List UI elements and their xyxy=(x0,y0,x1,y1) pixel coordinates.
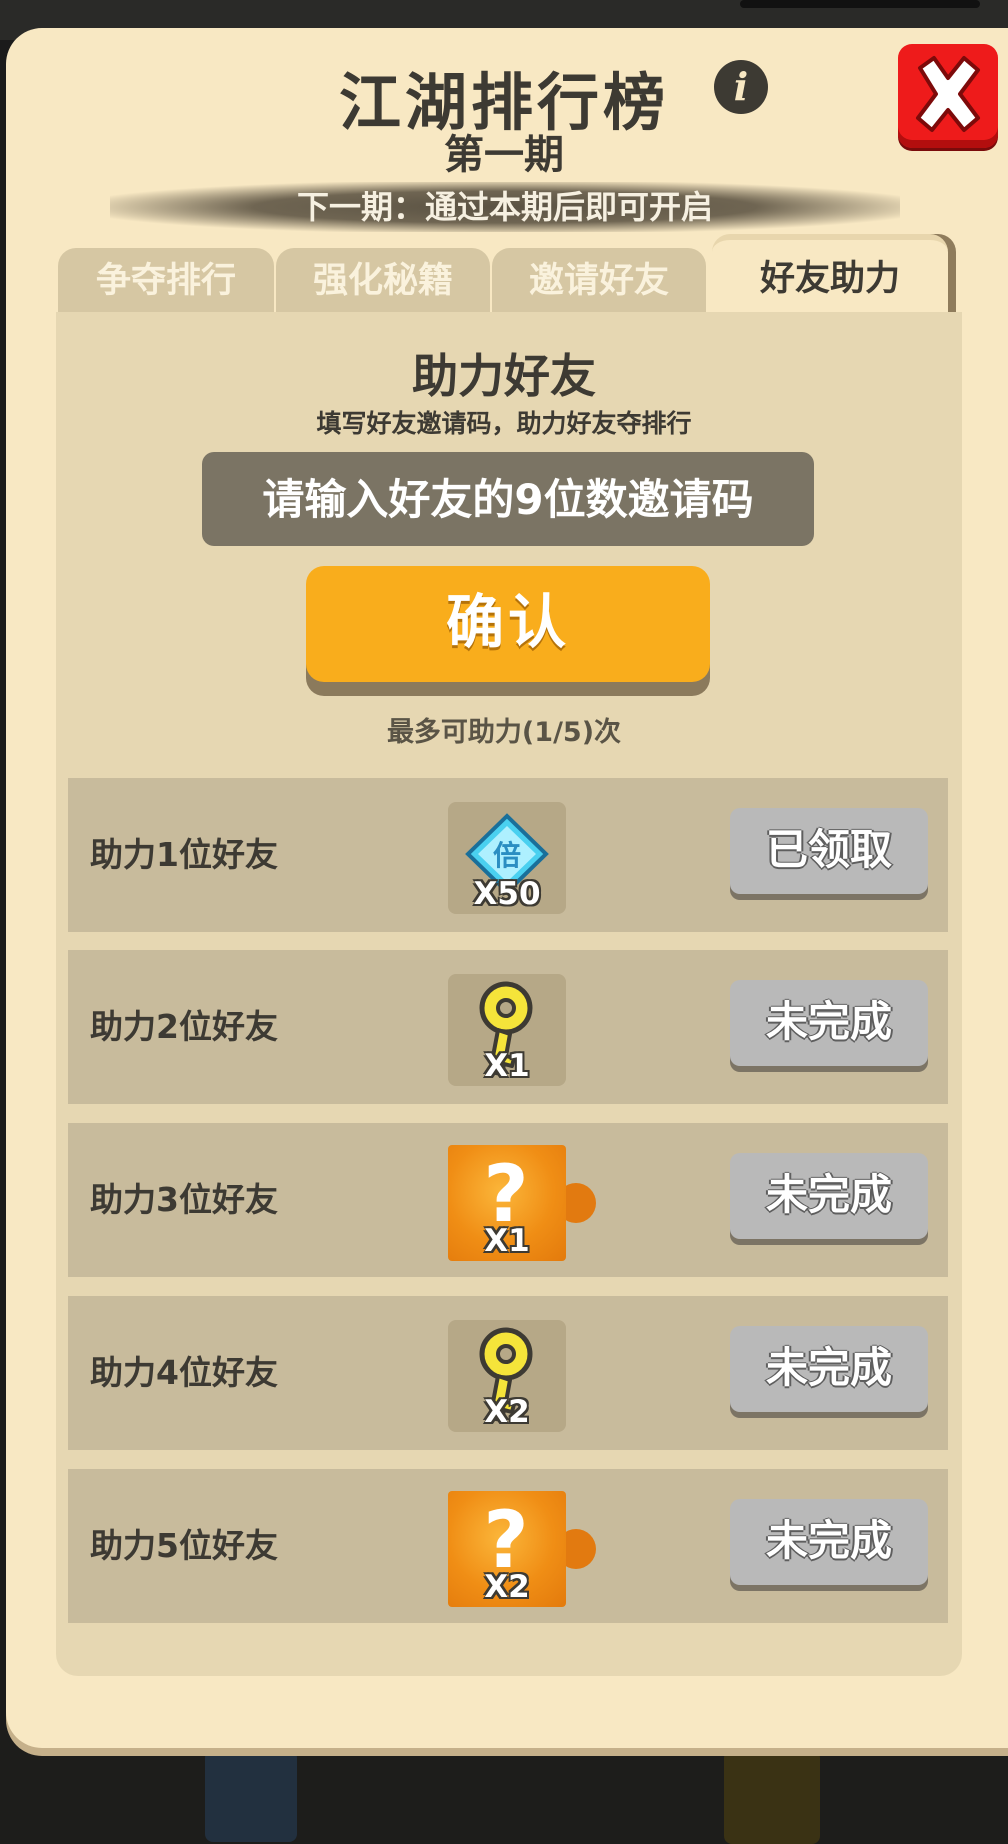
section-title: 助力好友 xyxy=(412,349,596,403)
reward-incomplete-button[interactable]: 未完成 xyxy=(730,1499,928,1585)
background-shop-icon xyxy=(724,1750,820,1844)
reward-count: X1 xyxy=(484,1223,530,1259)
reward-item: ? X1 xyxy=(448,1145,566,1261)
assist-limit-text: 最多可助力(1/5)次 xyxy=(386,717,622,748)
period-label: 第一期 xyxy=(444,132,564,178)
section-description: 填写好友邀请码，助力好友夺排行 xyxy=(316,409,692,438)
invite-code-input[interactable] xyxy=(202,452,814,546)
background-top-slot xyxy=(740,0,980,8)
reward-incomplete-button[interactable]: 未完成 xyxy=(730,1153,928,1239)
tab-compete-ranking[interactable]: 争夺排行 xyxy=(58,248,274,314)
reward-row: 助力4位好友 X2 未完成 xyxy=(68,1296,948,1450)
tab-friend-assist[interactable]: 好友助力 xyxy=(712,234,948,320)
reward-label: 助力5位好友 xyxy=(90,1526,278,1565)
tab-invite-friends[interactable]: 邀请好友 xyxy=(492,248,706,314)
reward-count: X50 xyxy=(473,876,541,912)
reward-row: 助力2位好友 X1 未完成 xyxy=(68,950,948,1104)
reward-count: X1 xyxy=(484,1048,530,1084)
reward-row: 助力5位好友 ? X2 未完成 xyxy=(68,1469,948,1623)
reward-row: 助力1位好友 倍 X50 已领取 xyxy=(68,778,948,932)
reward-count: X2 xyxy=(484,1394,530,1430)
reward-incomplete-button[interactable]: 未完成 xyxy=(730,1326,928,1412)
reward-claimed-button[interactable]: 已领取 xyxy=(730,808,928,894)
next-period-banner: 下一期：通过本期后即可开启 xyxy=(110,182,900,232)
reward-label: 助力4位好友 xyxy=(90,1353,278,1392)
reward-label: 助力2位好友 xyxy=(90,1007,278,1046)
reward-item: ? X2 xyxy=(448,1491,566,1607)
svg-text:倍: 倍 xyxy=(493,839,521,872)
reward-incomplete-button[interactable]: 未完成 xyxy=(730,980,928,1066)
close-icon xyxy=(916,56,980,132)
confirm-button[interactable]: 确认 xyxy=(306,566,710,682)
reward-item: X2 xyxy=(448,1320,566,1432)
reward-row: 助力3位好友 ? X1 未完成 xyxy=(68,1123,948,1277)
reward-count: X2 xyxy=(484,1569,530,1605)
reward-label: 助力1位好友 xyxy=(90,835,278,874)
reward-item: X1 xyxy=(448,974,566,1086)
info-icon[interactable]: i xyxy=(714,60,768,114)
close-button[interactable] xyxy=(898,44,998,148)
background-book-icon xyxy=(205,1750,297,1842)
tab-enhance-manual[interactable]: 强化秘籍 xyxy=(276,248,490,314)
reward-label: 助力3位好友 xyxy=(90,1180,278,1219)
reward-item: 倍 X50 xyxy=(448,802,566,914)
